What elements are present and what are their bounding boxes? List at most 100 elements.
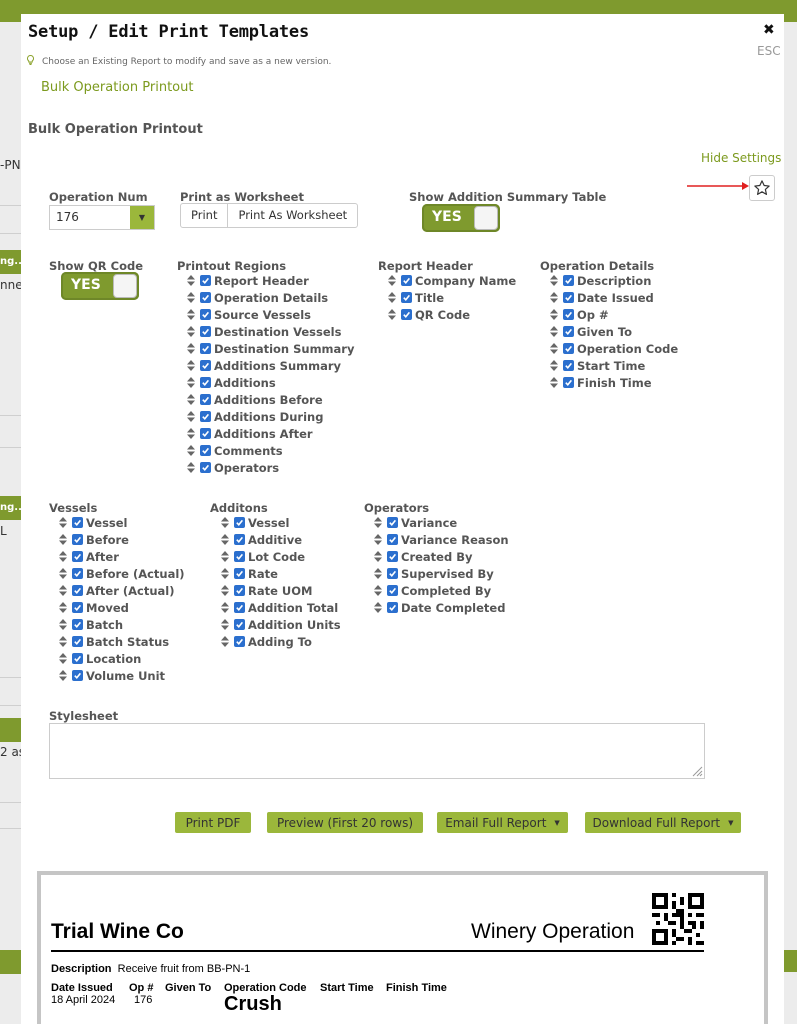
checkbox[interactable]: [234, 534, 245, 545]
sort-handle-icon[interactable]: [374, 585, 382, 596]
stylesheet-textarea[interactable]: [49, 723, 705, 779]
checkbox[interactable]: [72, 551, 83, 562]
hide-settings-link[interactable]: Hide Settings: [701, 151, 781, 165]
checkbox[interactable]: [387, 517, 398, 528]
preview-button[interactable]: Preview (First 20 rows): [267, 812, 423, 833]
print-pdf-button[interactable]: Print PDF: [175, 812, 251, 833]
checkbox[interactable]: [200, 275, 211, 286]
sort-handle-icon[interactable]: [221, 551, 229, 562]
sort-handle-icon[interactable]: [221, 585, 229, 596]
esc-label[interactable]: ESC: [757, 44, 781, 58]
close-icon[interactable]: ✖: [763, 22, 775, 38]
checkbox[interactable]: [200, 292, 211, 303]
sort-handle-icon[interactable]: [187, 343, 195, 354]
checkbox[interactable]: [200, 326, 211, 337]
sort-handle-icon[interactable]: [550, 309, 558, 320]
checkbox[interactable]: [234, 568, 245, 579]
sort-handle-icon[interactable]: [59, 636, 67, 647]
checkbox[interactable]: [200, 377, 211, 388]
show-qr-toggle[interactable]: YES: [61, 272, 139, 300]
sort-handle-icon[interactable]: [187, 462, 195, 473]
sort-handle-icon[interactable]: [187, 309, 195, 320]
checkbox[interactable]: [563, 377, 574, 388]
sort-handle-icon[interactable]: [550, 326, 558, 337]
checkbox[interactable]: [387, 585, 398, 596]
sort-handle-icon[interactable]: [374, 602, 382, 613]
checkbox[interactable]: [387, 551, 398, 562]
download-full-report-button[interactable]: Download Full Report ▼: [585, 812, 741, 833]
sort-handle-icon[interactable]: [59, 602, 67, 613]
checkbox[interactable]: [72, 636, 83, 647]
sort-handle-icon[interactable]: [550, 360, 558, 371]
checkbox[interactable]: [387, 568, 398, 579]
sort-handle-icon[interactable]: [187, 377, 195, 388]
print-option[interactable]: Print: [181, 204, 227, 227]
checkbox[interactable]: [563, 309, 574, 320]
checkbox[interactable]: [72, 585, 83, 596]
checkbox[interactable]: [234, 602, 245, 613]
checkbox[interactable]: [563, 326, 574, 337]
sort-handle-icon[interactable]: [187, 394, 195, 405]
checkbox[interactable]: [72, 602, 83, 613]
sort-handle-icon[interactable]: [221, 636, 229, 647]
sort-handle-icon[interactable]: [59, 568, 67, 579]
sort-handle-icon[interactable]: [187, 428, 195, 439]
checkbox[interactable]: [72, 653, 83, 664]
checkbox[interactable]: [72, 517, 83, 528]
sort-handle-icon[interactable]: [550, 275, 558, 286]
checkbox[interactable]: [401, 275, 412, 286]
checkbox[interactable]: [401, 309, 412, 320]
checkbox[interactable]: [234, 619, 245, 630]
sort-handle-icon[interactable]: [59, 517, 67, 528]
checkbox[interactable]: [563, 343, 574, 354]
checkbox[interactable]: [563, 292, 574, 303]
checkbox[interactable]: [72, 534, 83, 545]
checkbox[interactable]: [234, 636, 245, 647]
checkbox[interactable]: [387, 602, 398, 613]
sort-handle-icon[interactable]: [388, 292, 396, 303]
sort-handle-icon[interactable]: [374, 517, 382, 528]
sort-handle-icon[interactable]: [550, 377, 558, 388]
sort-handle-icon[interactable]: [374, 534, 382, 545]
sort-handle-icon[interactable]: [388, 275, 396, 286]
print-as-worksheet-option[interactable]: Print As Worksheet: [227, 204, 357, 227]
favorite-star-button[interactable]: [749, 175, 775, 201]
sort-handle-icon[interactable]: [59, 653, 67, 664]
sort-handle-icon[interactable]: [187, 360, 195, 371]
operation-num-select[interactable]: 176 ▼: [49, 205, 155, 230]
sort-handle-icon[interactable]: [388, 309, 396, 320]
sort-handle-icon[interactable]: [374, 568, 382, 579]
checkbox[interactable]: [234, 551, 245, 562]
sort-handle-icon[interactable]: [187, 292, 195, 303]
checkbox[interactable]: [200, 428, 211, 439]
sort-handle-icon[interactable]: [59, 551, 67, 562]
checkbox[interactable]: [200, 343, 211, 354]
email-full-report-button[interactable]: Email Full Report ▼: [437, 812, 568, 833]
checkbox[interactable]: [563, 275, 574, 286]
addition-summary-toggle[interactable]: YES: [422, 204, 500, 232]
sort-handle-icon[interactable]: [187, 445, 195, 456]
existing-report-link[interactable]: Bulk Operation Printout: [41, 80, 193, 95]
chevron-down-icon[interactable]: ▼: [130, 206, 154, 229]
resize-grip-icon[interactable]: [691, 765, 703, 777]
checkbox[interactable]: [387, 534, 398, 545]
checkbox[interactable]: [72, 568, 83, 579]
checkbox[interactable]: [200, 445, 211, 456]
sort-handle-icon[interactable]: [187, 326, 195, 337]
checkbox[interactable]: [200, 309, 211, 320]
sort-handle-icon[interactable]: [59, 670, 67, 681]
sort-handle-icon[interactable]: [221, 619, 229, 630]
checkbox[interactable]: [200, 394, 211, 405]
checkbox[interactable]: [234, 517, 245, 528]
checkbox[interactable]: [234, 585, 245, 596]
sort-handle-icon[interactable]: [59, 619, 67, 630]
sort-handle-icon[interactable]: [374, 551, 382, 562]
checkbox[interactable]: [563, 360, 574, 371]
sort-handle-icon[interactable]: [221, 602, 229, 613]
sort-handle-icon[interactable]: [59, 534, 67, 545]
sort-handle-icon[interactable]: [550, 343, 558, 354]
sort-handle-icon[interactable]: [550, 292, 558, 303]
checkbox[interactable]: [72, 670, 83, 681]
checkbox[interactable]: [401, 292, 412, 303]
sort-handle-icon[interactable]: [187, 411, 195, 422]
